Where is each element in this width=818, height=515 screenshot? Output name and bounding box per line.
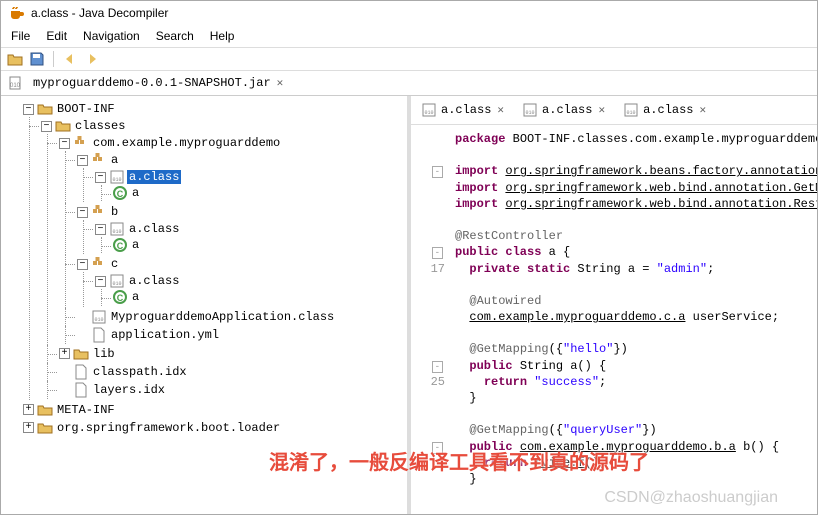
tree-label[interactable]: org.springframework.boot.loader <box>55 421 282 435</box>
tree-label[interactable]: a <box>109 153 120 167</box>
window-title: a.class - Java Decompiler <box>31 6 168 20</box>
tree-node[interactable]: application.yml <box>77 326 403 344</box>
tree-node[interactable]: + lib <box>59 345 403 363</box>
tree-label[interactable]: a <box>130 238 141 252</box>
close-icon[interactable]: ✕ <box>596 103 607 117</box>
tree-toggle[interactable]: + <box>23 404 34 415</box>
tree-label[interactable]: a <box>130 186 141 200</box>
close-icon[interactable]: ✕ <box>495 103 506 117</box>
menu-navigation[interactable]: Navigation <box>77 27 146 45</box>
tree-label[interactable]: b <box>109 205 120 219</box>
close-icon[interactable]: ✕ <box>698 103 709 117</box>
code-tab[interactable]: 010a.class✕ <box>518 100 611 120</box>
tree-node[interactable]: −010 a.classCa <box>95 272 403 306</box>
class-leaf-icon: C <box>113 238 127 252</box>
tree-node[interactable]: + META-INF <box>23 401 403 419</box>
tree-node[interactable]: Ca <box>113 237 403 253</box>
forward-icon[interactable] <box>84 51 100 67</box>
svg-text:010: 010 <box>94 317 103 323</box>
code-tabs: 010a.class✕ 010a.class✕ 010a.class✕ <box>411 96 817 125</box>
tree-label[interactable]: application.yml <box>109 328 221 342</box>
tree-label[interactable]: com.example.myproguarddemo <box>91 136 282 150</box>
tree-label[interactable]: classpath.idx <box>91 365 189 379</box>
tree-label[interactable]: META-INF <box>55 403 117 417</box>
toolbar <box>1 48 817 71</box>
tree-panel[interactable]: −BOOT-INF−classes−com.example.myproguard… <box>1 96 411 514</box>
tree-label[interactable]: classes <box>73 119 127 133</box>
class-icon: 010 <box>421 102 437 118</box>
svg-text:010: 010 <box>424 110 433 116</box>
menu-help[interactable]: Help <box>204 27 241 45</box>
tree-label[interactable]: layers.idx <box>91 383 167 397</box>
open-icon[interactable] <box>7 51 23 67</box>
app-icon <box>9 5 25 21</box>
tree-node[interactable]: classpath.idx <box>59 363 403 381</box>
svg-text:010: 010 <box>112 177 121 183</box>
menu-search[interactable]: Search <box>150 27 200 45</box>
class-icon: 010 <box>522 102 538 118</box>
tree-toggle[interactable]: − <box>95 224 106 235</box>
tree-toggle[interactable]: − <box>77 259 88 270</box>
tree-node[interactable]: −a−010a.classCa <box>77 151 403 203</box>
tree-toggle[interactable]: + <box>23 422 34 433</box>
tree-node[interactable]: −c−010a.classCa <box>77 255 403 307</box>
menu-edit[interactable]: Edit <box>40 27 73 45</box>
code-tab[interactable]: 010a.class✕ <box>619 100 712 120</box>
titlebar: a.class - Java Decompiler <box>1 1 817 25</box>
tree-label[interactable]: c <box>109 257 120 271</box>
tree-label[interactable]: BOOT-INF <box>55 102 117 116</box>
save-icon[interactable] <box>29 51 45 67</box>
class-leaf-icon: C <box>113 290 127 304</box>
back-icon[interactable] <box>62 51 78 67</box>
gutter: --17-25- <box>411 125 449 514</box>
tree-node[interactable]: + org.springframework.boot.loader <box>23 419 403 437</box>
toolbar-separator <box>53 51 54 67</box>
tree-toggle[interactable]: − <box>95 172 106 183</box>
tree-node[interactable]: −b−010a.classCa <box>77 203 403 255</box>
tree-node[interactable]: 010 MyproguarddemoApplication.class <box>77 308 403 326</box>
tree-node[interactable]: −classes−com.example.myproguarddemo−a−01… <box>41 117 403 400</box>
menubar: File Edit Navigation Search Help <box>1 25 817 48</box>
source-code: package BOOT-INF.classes.com.example.myp… <box>449 125 817 514</box>
class-icon: 010 <box>623 102 639 118</box>
tree-label[interactable]: a.class <box>127 170 181 184</box>
tree-toggle[interactable]: − <box>77 155 88 166</box>
tree-toggle[interactable]: − <box>95 276 106 287</box>
tree-toggle[interactable]: − <box>77 207 88 218</box>
tree-label[interactable]: lib <box>91 347 117 361</box>
tree-label[interactable]: a.class <box>127 274 181 288</box>
code-tab[interactable]: 010a.class✕ <box>417 100 510 120</box>
svg-text:010: 010 <box>112 229 121 235</box>
tree-node[interactable]: −010 a.classCa <box>95 220 403 254</box>
tree-node[interactable]: −BOOT-INF−classes−com.example.myproguard… <box>23 100 403 401</box>
tree-toggle[interactable]: − <box>59 138 70 149</box>
tree-node[interactable]: Ca <box>113 289 403 305</box>
svg-text:010: 010 <box>627 110 636 116</box>
file-tab[interactable]: myproguarddemo-0.0.1-SNAPSHOT.jar✕ <box>27 74 291 92</box>
menu-file[interactable]: File <box>5 27 36 45</box>
tree-label[interactable]: a <box>130 290 141 304</box>
tree-toggle[interactable]: − <box>23 104 34 115</box>
svg-text:010: 010 <box>526 110 535 116</box>
tree-node[interactable]: −010 a.classCa <box>95 168 403 202</box>
tree-node[interactable]: layers.idx <box>59 381 403 399</box>
tree-node[interactable]: Ca <box>113 185 403 201</box>
tree-toggle[interactable]: − <box>41 121 52 132</box>
svg-text:010: 010 <box>10 83 21 89</box>
class-leaf-icon: C <box>113 186 127 200</box>
tree-node[interactable]: −com.example.myproguarddemo−a−010a.class… <box>59 134 403 345</box>
svg-text:010: 010 <box>112 281 121 287</box>
tree-label[interactable]: a.class <box>127 222 181 236</box>
jar-icon: 010 <box>7 75 23 91</box>
close-icon[interactable]: ✕ <box>275 76 286 90</box>
code-editor[interactable]: --17-25- package BOOT-INF.classes.com.ex… <box>411 125 817 514</box>
tree-label[interactable]: MyproguarddemoApplication.class <box>109 310 336 324</box>
tree-toggle[interactable]: + <box>59 348 70 359</box>
file-tabs: 010 myproguarddemo-0.0.1-SNAPSHOT.jar✕ <box>1 71 817 96</box>
